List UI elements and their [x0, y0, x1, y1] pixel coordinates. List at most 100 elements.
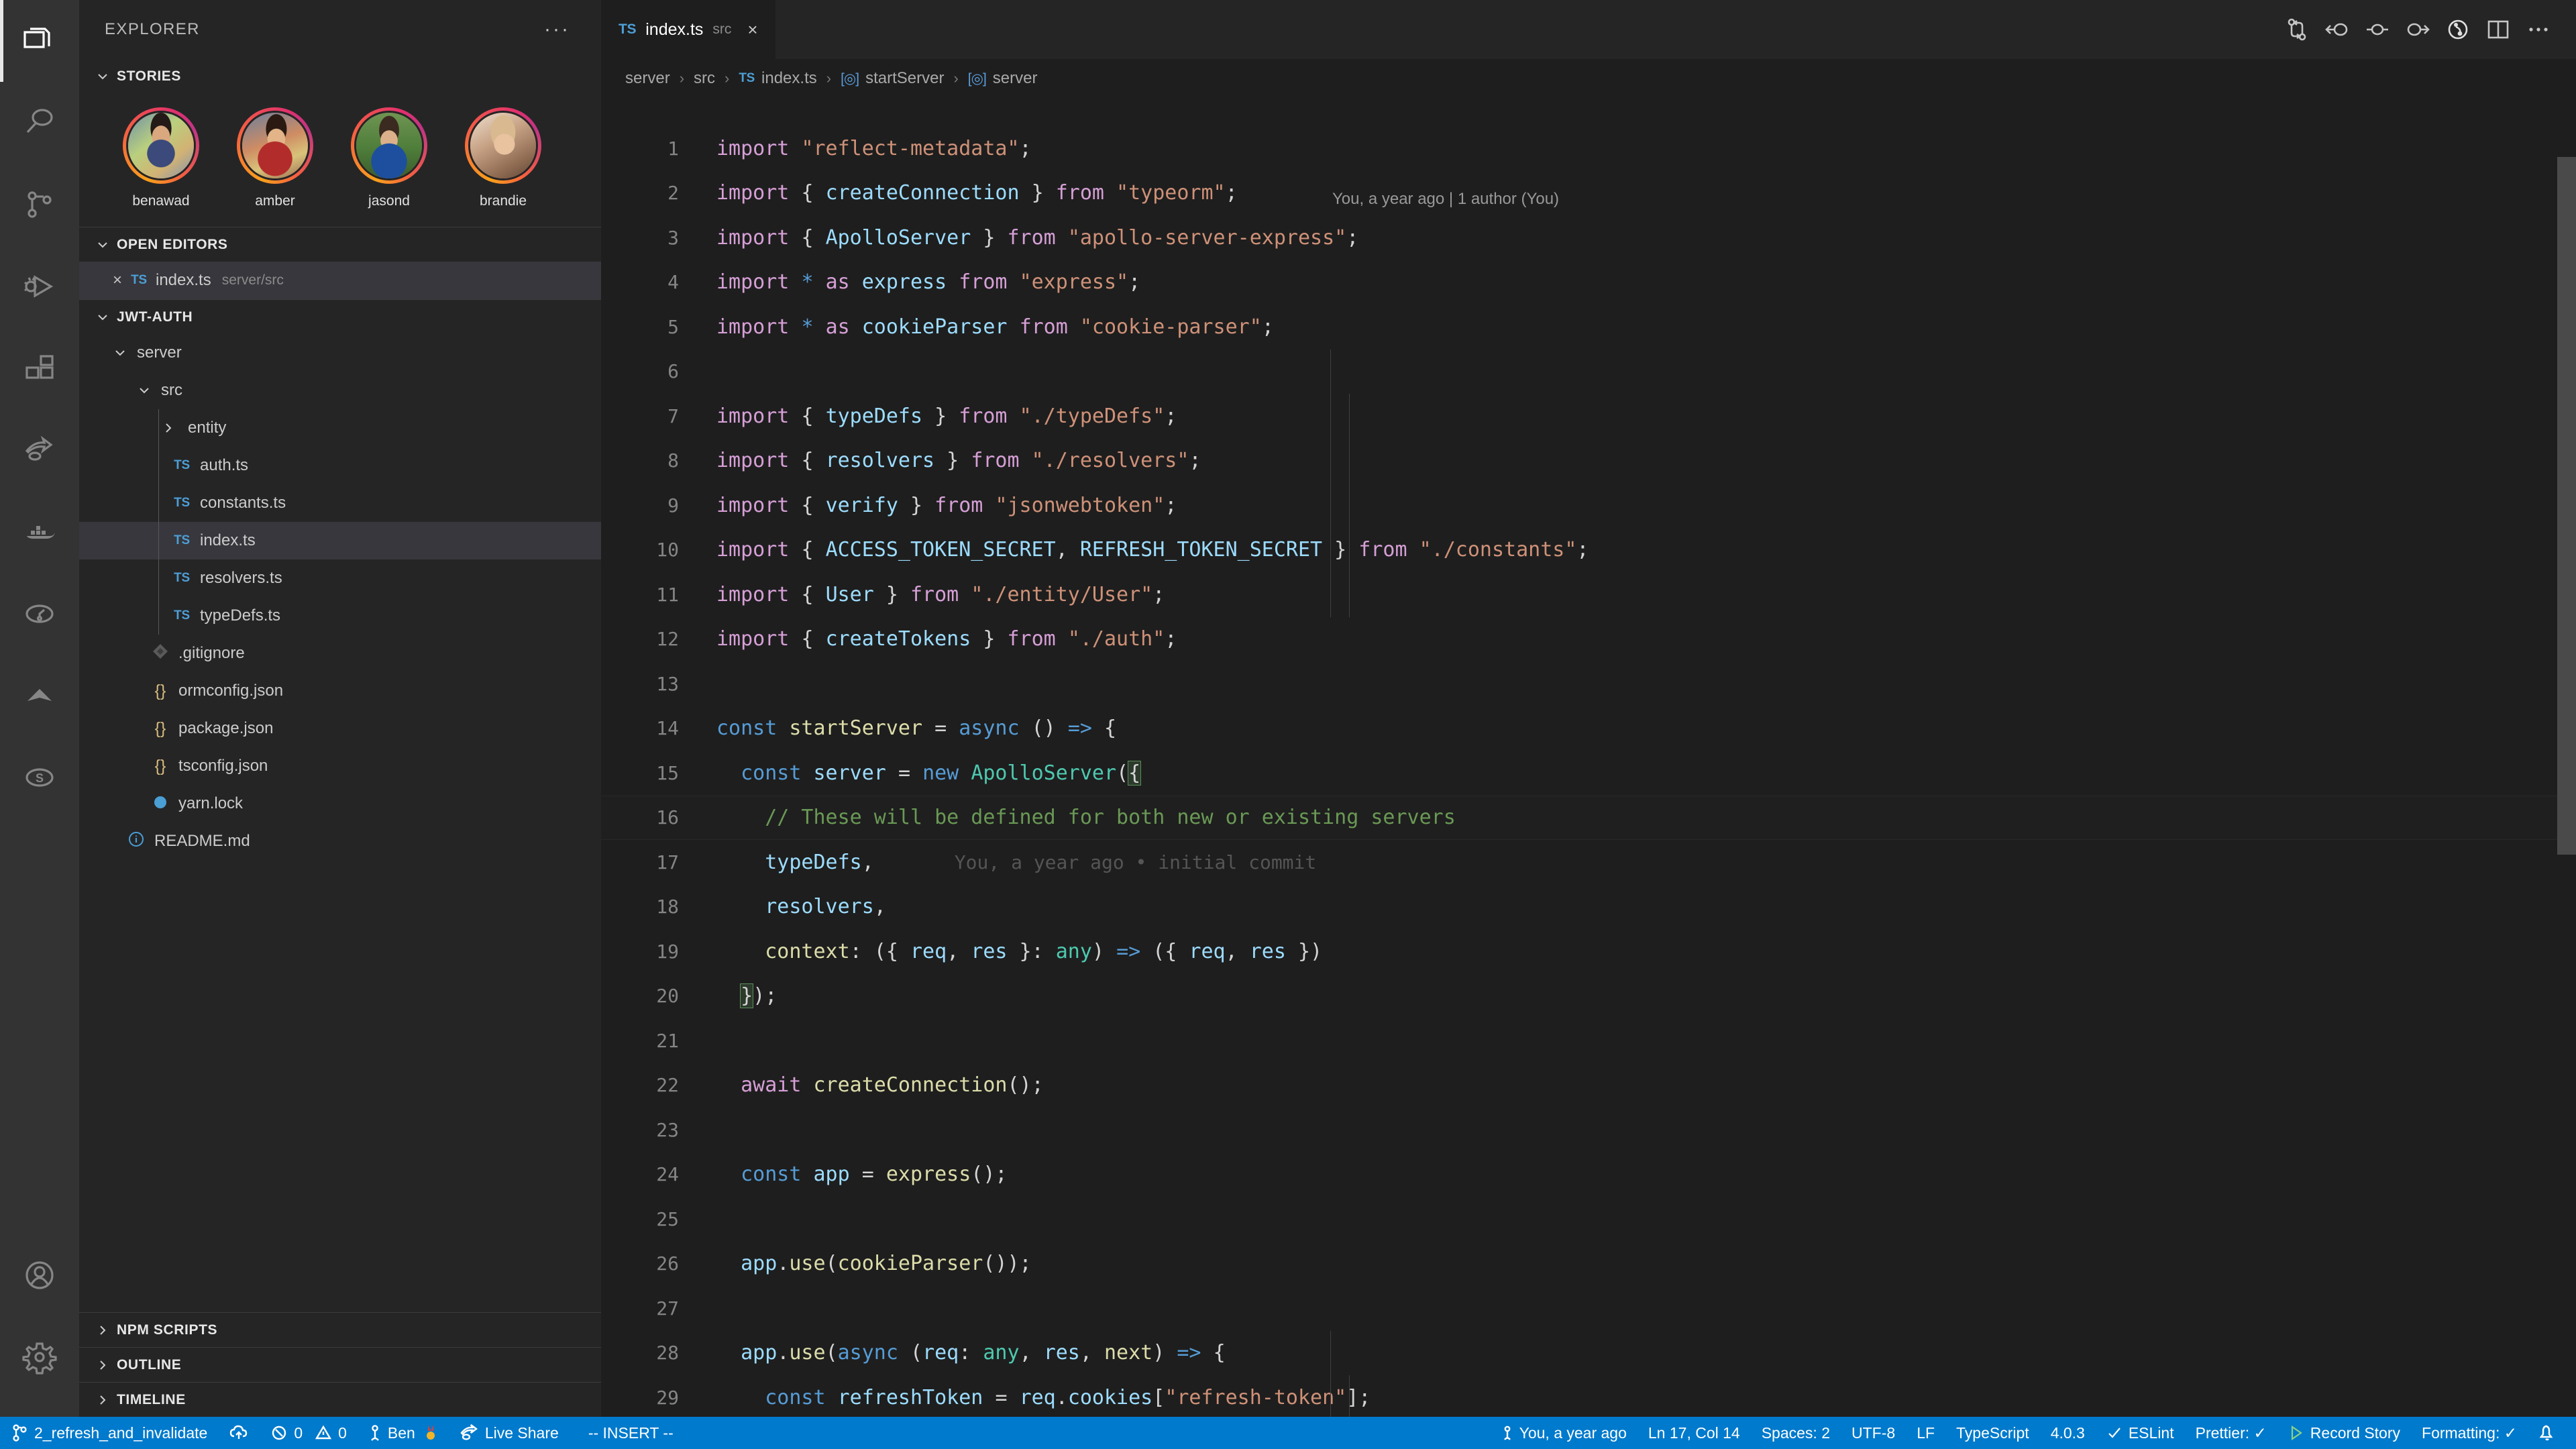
tree-item-constants-ts[interactable]: TS constants.ts: [79, 484, 601, 522]
open-editor-index-ts[interactable]: × TS index.ts server/src: [79, 262, 601, 299]
editor-scrollbar[interactable]: [2557, 157, 2576, 1417]
status-problems[interactable]: 0 0: [260, 1417, 358, 1449]
story-item[interactable]: brandie: [456, 107, 550, 209]
code-line[interactable]: 15 const server = new ApolloServer({: [601, 751, 2576, 796]
activity-item-run-and-debug[interactable]: [0, 246, 79, 327]
story-item[interactable]: amber: [228, 107, 322, 209]
code-line[interactable]: 9import { verify } from "jsonwebtoken";: [601, 483, 2576, 528]
tree-item-resolvers-ts[interactable]: TS resolvers.ts: [79, 559, 601, 597]
breadcrumb-item-server-symbol[interactable]: [◎] server: [968, 69, 1038, 88]
code-line[interactable]: 22 await createConnection();: [601, 1063, 2576, 1108]
more-actions-icon[interactable]: [2518, 0, 2559, 59]
git-graph-icon[interactable]: [2438, 0, 2478, 59]
code-line[interactable]: 19 context: ({ req, res }: any) => ({ re…: [601, 929, 2576, 974]
status-eslint[interactable]: ESLint: [2096, 1417, 2185, 1449]
code-line[interactable]: 13: [601, 661, 2576, 706]
status-language-mode[interactable]: TypeScript: [1945, 1417, 2040, 1449]
breadcrumb-item-server[interactable]: server: [625, 69, 670, 88]
status-ts-version[interactable]: 4.0.3: [2040, 1417, 2096, 1449]
code-line[interactable]: 4import * as express from "express";: [601, 260, 2576, 305]
activity-item-docker[interactable]: [0, 491, 79, 573]
split-editor-icon[interactable]: [2478, 0, 2518, 59]
code-line[interactable]: 7import { typeDefs } from "./typeDefs";: [601, 394, 2576, 439]
activity-item-vercel[interactable]: [0, 655, 79, 737]
tree-item-ormconfig-json[interactable]: {} ormconfig.json: [79, 672, 601, 710]
code-line[interactable]: 11import { User } from "./entity/User";: [601, 572, 2576, 617]
code-line[interactable]: 27: [601, 1286, 2576, 1331]
story-item[interactable]: benawad: [114, 107, 208, 209]
code-line[interactable]: 29 const refreshToken = req.cookies["ref…: [601, 1375, 2576, 1417]
section-header-timeline[interactable]: TIMELINE: [79, 1382, 601, 1417]
tree-item-readme-md[interactable]: README.md: [79, 822, 601, 860]
status-cursor-position[interactable]: Ln 17, Col 14: [1638, 1417, 1751, 1449]
codelens-git-authors[interactable]: You, a year ago | 1 author (You): [601, 185, 2576, 213]
status-eol[interactable]: LF: [1906, 1417, 1945, 1449]
status-notifications[interactable]: [2528, 1417, 2567, 1449]
status-indentation[interactable]: Spaces: 2: [1751, 1417, 1841, 1449]
code-line[interactable]: 28 app.use(async (req: any, res, next) =…: [601, 1331, 2576, 1376]
compare-changes-icon[interactable]: [2277, 0, 2317, 59]
breadcrumb-item-src[interactable]: src: [694, 69, 715, 88]
code-line[interactable]: 21: [601, 1018, 2576, 1063]
tree-item-tsconfig-json[interactable]: {} tsconfig.json: [79, 747, 601, 785]
status-vim-mode[interactable]: -- INSERT --: [570, 1417, 684, 1449]
code-line[interactable]: 23: [601, 1108, 2576, 1152]
tree-item-src[interactable]: src: [79, 372, 601, 409]
breadcrumb-item-startserver[interactable]: [◎] startServer: [841, 69, 944, 88]
code-line[interactable]: 5import * as cookieParser from "cookie-p…: [601, 305, 2576, 350]
status-formatting[interactable]: Formatting: ✓: [2411, 1417, 2528, 1449]
section-header-stories[interactable]: STORIES: [79, 59, 601, 94]
status-live-share[interactable]: Live Share: [448, 1417, 570, 1449]
activity-item-source-control[interactable]: [0, 164, 79, 246]
code-line[interactable]: 18 resolvers,: [601, 885, 2576, 930]
tab-index-ts[interactable]: TS index.ts src ×: [601, 0, 776, 59]
activity-item-live-share[interactable]: [0, 409, 79, 491]
code-line[interactable]: 25: [601, 1197, 2576, 1242]
tree-item-package-json[interactable]: {} package.json: [79, 710, 601, 747]
tree-item-yarn-lock[interactable]: yarn.lock: [79, 785, 601, 822]
section-header-outline[interactable]: OUTLINE: [79, 1347, 601, 1382]
status-branch[interactable]: 2_refresh_and_invalidate: [0, 1417, 218, 1449]
activity-item-search[interactable]: [0, 82, 79, 164]
section-header-npm-scripts[interactable]: NPM SCRIPTS: [79, 1312, 601, 1347]
code-line[interactable]: 1import "reflect-metadata";: [601, 126, 2576, 171]
code-line[interactable]: 3import { ApolloServer } from "apollo-se…: [601, 215, 2576, 260]
activity-item-explorer[interactable]: [0, 0, 79, 82]
tree-item-entity[interactable]: entity: [79, 409, 601, 447]
code-line[interactable]: 14const startServer = async () => {: [601, 706, 2576, 751]
activity-item-sourcery[interactable]: S: [0, 737, 79, 818]
go-to-next-icon[interactable]: [2398, 0, 2438, 59]
code-line[interactable]: 12import { createTokens } from "./auth";: [601, 617, 2576, 662]
code-line[interactable]: 24 const app = express();: [601, 1152, 2576, 1197]
code-line[interactable]: 16 // These will be defined for both new…: [601, 796, 2576, 841]
tree-item-auth-ts[interactable]: TS auth.ts: [79, 447, 601, 484]
code-line[interactable]: 6: [601, 350, 2576, 394]
status-account[interactable]: Ben: [358, 1417, 448, 1449]
activity-item-settings[interactable]: [0, 1316, 79, 1398]
status-prettier[interactable]: Prettier: ✓: [2185, 1417, 2277, 1449]
breadcrumb-item-index-ts[interactable]: TS index.ts: [739, 69, 816, 88]
go-to-previous-icon[interactable]: [2317, 0, 2357, 59]
section-header-jwt-auth[interactable]: JWT-AUTH: [79, 299, 601, 334]
section-header-open-editors[interactable]: OPEN EDITORS: [79, 227, 601, 262]
tree-item-gitignore[interactable]: .gitignore: [79, 635, 601, 672]
activity-item-extensions[interactable]: [0, 327, 79, 409]
code-editor[interactable]: You, a year ago | 1 author (You) 1import…: [601, 98, 2576, 1417]
code-line[interactable]: 17 typeDefs,You, a year ago • initial co…: [601, 840, 2576, 885]
code-line[interactable]: 20 });: [601, 974, 2576, 1019]
close-icon[interactable]: ×: [747, 19, 757, 40]
status-git-blame[interactable]: You, a year ago: [1491, 1417, 1638, 1449]
code-line[interactable]: 26 app.use(cookieParser());: [601, 1242, 2576, 1287]
scrollbar-thumb[interactable]: [2557, 157, 2576, 855]
status-record-story[interactable]: Record Story: [2277, 1417, 2411, 1449]
tree-item-typedefs-ts[interactable]: TS typeDefs.ts: [79, 597, 601, 635]
toggle-inline-icon[interactable]: [2357, 0, 2398, 59]
activity-item-test-explorer[interactable]: [0, 573, 79, 655]
code-line[interactable]: 8import { resolvers } from "./resolvers"…: [601, 439, 2576, 484]
tree-item-server[interactable]: server: [79, 334, 601, 372]
activity-item-accounts[interactable]: [0, 1234, 79, 1316]
story-item[interactable]: jasond: [342, 107, 436, 209]
status-encoding[interactable]: UTF-8: [1841, 1417, 1906, 1449]
code-line[interactable]: 10import { ACCESS_TOKEN_SECRET, REFRESH_…: [601, 528, 2576, 573]
status-sync[interactable]: [218, 1417, 260, 1449]
